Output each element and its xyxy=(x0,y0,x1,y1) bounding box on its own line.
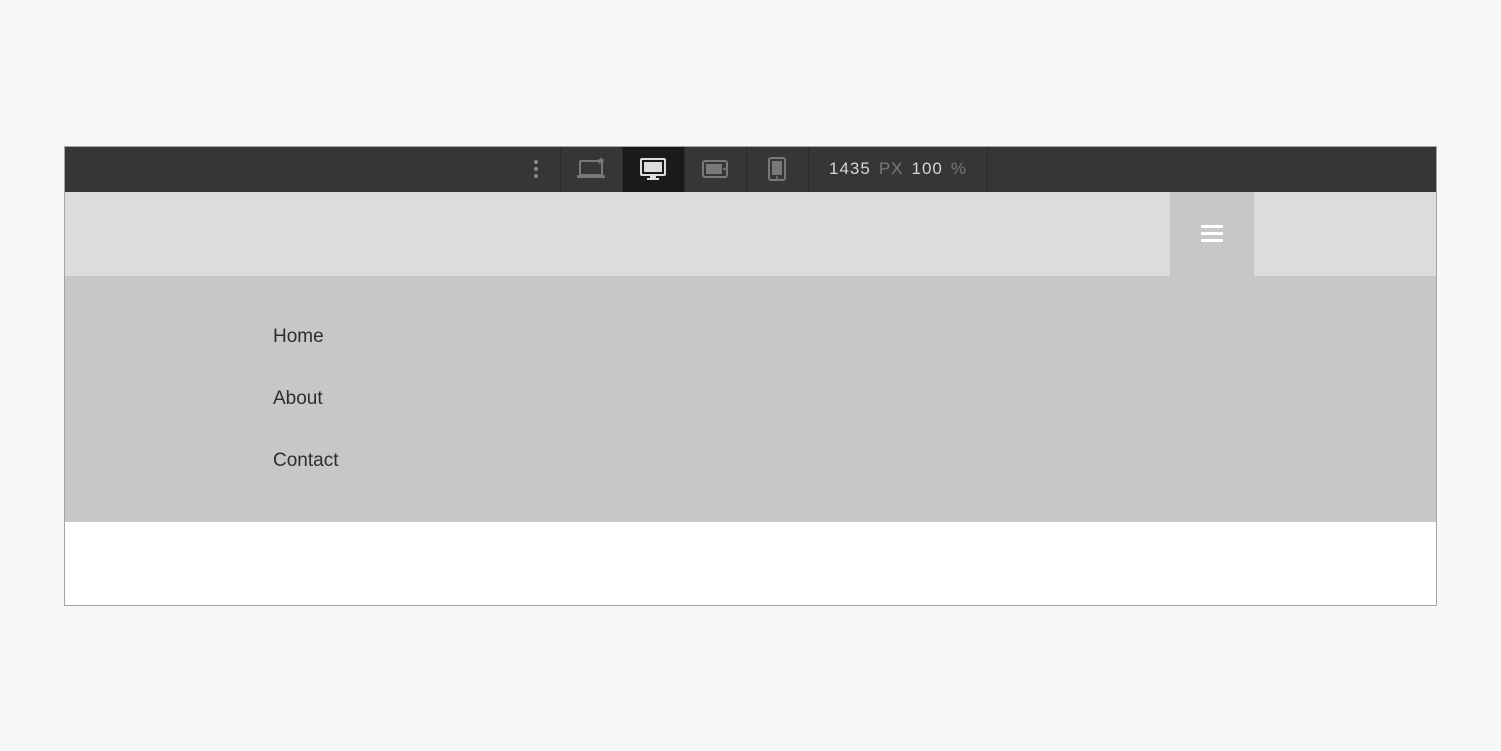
device-toolbar: 1435 PX 100 % xyxy=(65,147,1436,192)
more-options-button[interactable] xyxy=(513,147,561,192)
viewport-width-unit: PX xyxy=(879,159,904,179)
hamburger-icon xyxy=(1201,225,1223,242)
preview-frame: 1435 PX 100 % Home About Contact xyxy=(64,146,1437,606)
tablet-portrait-icon xyxy=(768,157,786,181)
menu-toggle-button[interactable] xyxy=(1170,192,1254,276)
nav-item-about[interactable]: About xyxy=(273,368,1436,430)
nav-item-contact[interactable]: Contact xyxy=(273,430,1436,492)
laptop-star-icon xyxy=(575,157,607,181)
desktop-icon xyxy=(640,158,666,180)
content-area xyxy=(65,522,1436,605)
viewport-metrics: 1435 PX 100 % xyxy=(809,147,988,192)
nav-item-home[interactable]: Home xyxy=(273,306,1436,368)
site-header xyxy=(65,192,1436,276)
viewport-width-value: 1435 xyxy=(829,159,871,179)
zoom-unit: % xyxy=(951,159,967,179)
desktop-button[interactable] xyxy=(623,147,685,192)
tablet-landscape-icon xyxy=(702,160,728,178)
desktop-star-button[interactable] xyxy=(561,147,623,192)
zoom-value: 100 xyxy=(912,159,943,179)
tablet-landscape-button[interactable] xyxy=(685,147,747,192)
tablet-portrait-button[interactable] xyxy=(747,147,809,192)
more-vertical-icon xyxy=(534,160,538,178)
nav-menu: Home About Contact xyxy=(65,276,1436,522)
